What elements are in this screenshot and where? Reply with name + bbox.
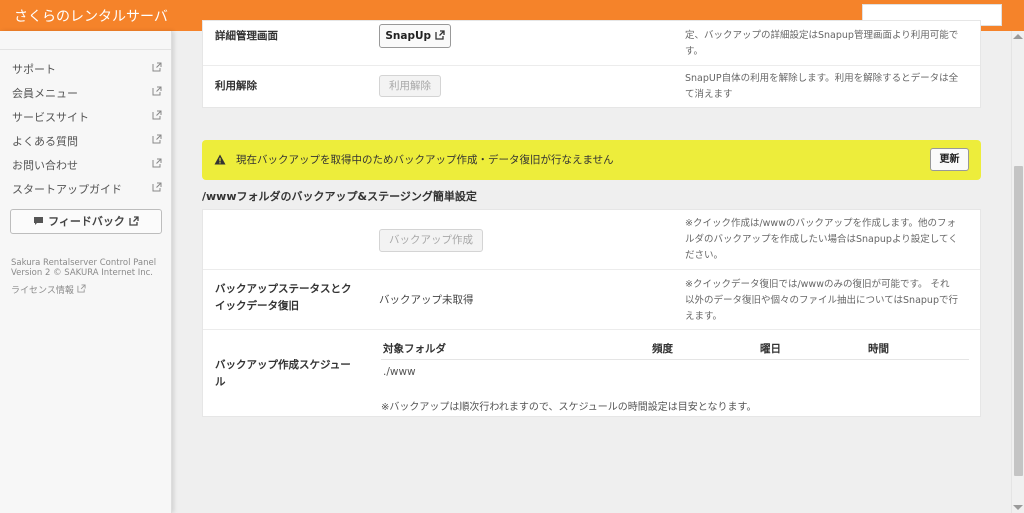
sidebar-link-faq[interactable]: よくある質問 xyxy=(12,131,162,149)
detail-admin-description: 定、バックアップの詳細設定はSnapup管理画面より利用可能で す。 xyxy=(685,28,975,60)
chat-bubble-icon xyxy=(34,217,44,225)
row-divider xyxy=(203,65,980,66)
schedule-cell-folder: ./www xyxy=(383,366,416,378)
external-link-icon xyxy=(152,182,162,192)
sidebar-link-label: お問い合わせ xyxy=(12,159,78,172)
description-line: ※クイック作成は/wwwのバックアップを作成します。他のフォ xyxy=(685,218,957,229)
sidebar-link-contact[interactable]: お問い合わせ xyxy=(12,155,162,173)
scroll-down-arrow-icon[interactable] xyxy=(1013,505,1023,510)
external-link-icon xyxy=(152,62,162,72)
label-line: イックデータ復旧 xyxy=(215,300,299,312)
label-line: バックアップステータスとク xyxy=(215,283,352,295)
external-link-icon xyxy=(152,134,162,144)
snapup-settings-panel: 詳細管理画面 SnapUp 定、バックアップの詳細設定はSnapup管理画面より… xyxy=(202,20,981,108)
sidebar-link-label: 会員メニュー xyxy=(12,87,78,100)
description-line: 以外のデータ復旧や個々のファイル抽出についてはSnapupで行 xyxy=(685,295,958,306)
schedule-note: ※バックアップは順次行われますので、スケジュールの時間設定は目安となります。 xyxy=(381,402,757,413)
external-link-icon xyxy=(129,216,139,226)
description-line: 定、バックアップの詳細設定はSnapup管理画面より利用可能で xyxy=(685,30,959,41)
label-line: ル xyxy=(215,376,226,388)
schedule-row: バックアップ作成スケジュー ル 対象フォルダ 頻度 曜日 時間 ./www ※バ… xyxy=(203,330,980,416)
description-line: ルダのバックアップを作成したい場合はSnapupより設定してく xyxy=(685,234,958,245)
feedback-button[interactable]: フィードバック xyxy=(10,209,162,234)
schedule-header-frequency: 頻度 xyxy=(652,343,673,355)
backup-status-value: バックアップ未取得 xyxy=(379,294,474,306)
scrollbar-thumb[interactable] xyxy=(1014,166,1023,476)
cancel-usage-description: SnapUP自体の利用を解除します。利用を解除するとデータは全 て消えます xyxy=(685,71,975,103)
label-line: バックアップ作成スケジュー xyxy=(215,359,351,371)
backup-status-label: バックアップステータスとク イックデータ復旧 xyxy=(215,281,352,315)
license-label: ライセンス情報 xyxy=(11,286,74,296)
external-link-icon xyxy=(152,158,162,168)
sidebar-divider xyxy=(0,49,171,50)
schedule-header-weekday: 曜日 xyxy=(760,343,781,355)
description-line: す。 xyxy=(685,46,704,57)
feedback-label: フィードバック xyxy=(48,215,125,228)
brand-title[interactable]: さくらのレンタルサーバ xyxy=(14,6,168,26)
schedule-header-time: 時間 xyxy=(868,343,889,355)
sidebar: サポート 会員メニュー サービスサイト よくある質問 お問い合わせ スタートアッ… xyxy=(0,31,172,513)
scroll-up-arrow-icon[interactable] xyxy=(1013,34,1023,39)
detail-admin-label: 詳細管理画面 xyxy=(215,30,278,42)
description-line: ださい。 xyxy=(685,250,724,261)
license-link[interactable]: ライセンス情報 xyxy=(11,283,86,296)
alert-message: 現在バックアップを取得中のためバックアップ作成・データ復旧が行なえません xyxy=(236,154,614,166)
sidebar-link-support[interactable]: サポート xyxy=(12,59,162,77)
footer-copyright: Version 2 © SAKURA Internet Inc. xyxy=(11,268,154,278)
backup-in-progress-alert: 現在バックアップを取得中のためバックアップ作成・データ復旧が行なえません 更新 xyxy=(202,140,981,180)
external-link-icon xyxy=(435,30,445,40)
snapup-button[interactable]: SnapUp xyxy=(379,24,451,48)
schedule-header-divider xyxy=(381,359,969,360)
sidebar-link-startup-guide[interactable]: スタートアップガイド xyxy=(12,179,162,197)
external-link-icon xyxy=(152,86,162,96)
quick-backup-panel: バックアップ作成 ※クイック作成は/wwwのバックアップを作成します。他のフォ … xyxy=(202,209,981,417)
warning-icon xyxy=(214,154,226,165)
sidebar-link-label: スタートアップガイド xyxy=(12,183,122,196)
cancel-usage-label: 利用解除 xyxy=(215,80,257,92)
backup-status-description: ※クイックデータ復旧では/wwwのみの復旧が可能です。 それ 以外のデータ復旧や… xyxy=(685,277,975,325)
description-line: えます。 xyxy=(685,311,723,322)
cancel-usage-button[interactable]: 利用解除 xyxy=(379,75,441,97)
sidebar-link-label: よくある質問 xyxy=(12,135,78,148)
description-line: て消えます xyxy=(685,89,733,100)
external-link-icon xyxy=(152,110,162,120)
sidebar-link-service-site[interactable]: サービスサイト xyxy=(12,107,162,125)
backup-schedule-label: バックアップ作成スケジュー ル xyxy=(215,357,351,391)
create-backup-button[interactable]: バックアップ作成 xyxy=(379,229,483,252)
description-line: ※クイックデータ復旧では/wwwのみの復旧が可能です。 それ xyxy=(685,279,950,290)
external-link-icon xyxy=(77,284,86,293)
sidebar-link-label: サポート xyxy=(12,63,56,76)
page-scrollbar[interactable] xyxy=(1011,31,1024,513)
sidebar-link-member-menu[interactable]: 会員メニュー xyxy=(12,83,162,101)
schedule-header-folder: 対象フォルダ xyxy=(383,343,446,355)
description-line: SnapUP自体の利用を解除します。利用を解除するとデータは全 xyxy=(685,73,959,84)
refresh-button[interactable]: 更新 xyxy=(930,148,969,171)
section-title: /wwwフォルダのバックアップ&ステージング簡単設定 xyxy=(202,190,477,203)
row-divider xyxy=(203,269,980,270)
create-backup-description: ※クイック作成は/wwwのバックアップを作成します。他のフォ ルダのバックアップ… xyxy=(685,216,975,264)
sidebar-link-label: サービスサイト xyxy=(12,111,89,124)
snapup-button-label: SnapUp xyxy=(385,30,432,42)
footer-product-name: Sakura Rentalserver Control Panel xyxy=(11,258,157,268)
